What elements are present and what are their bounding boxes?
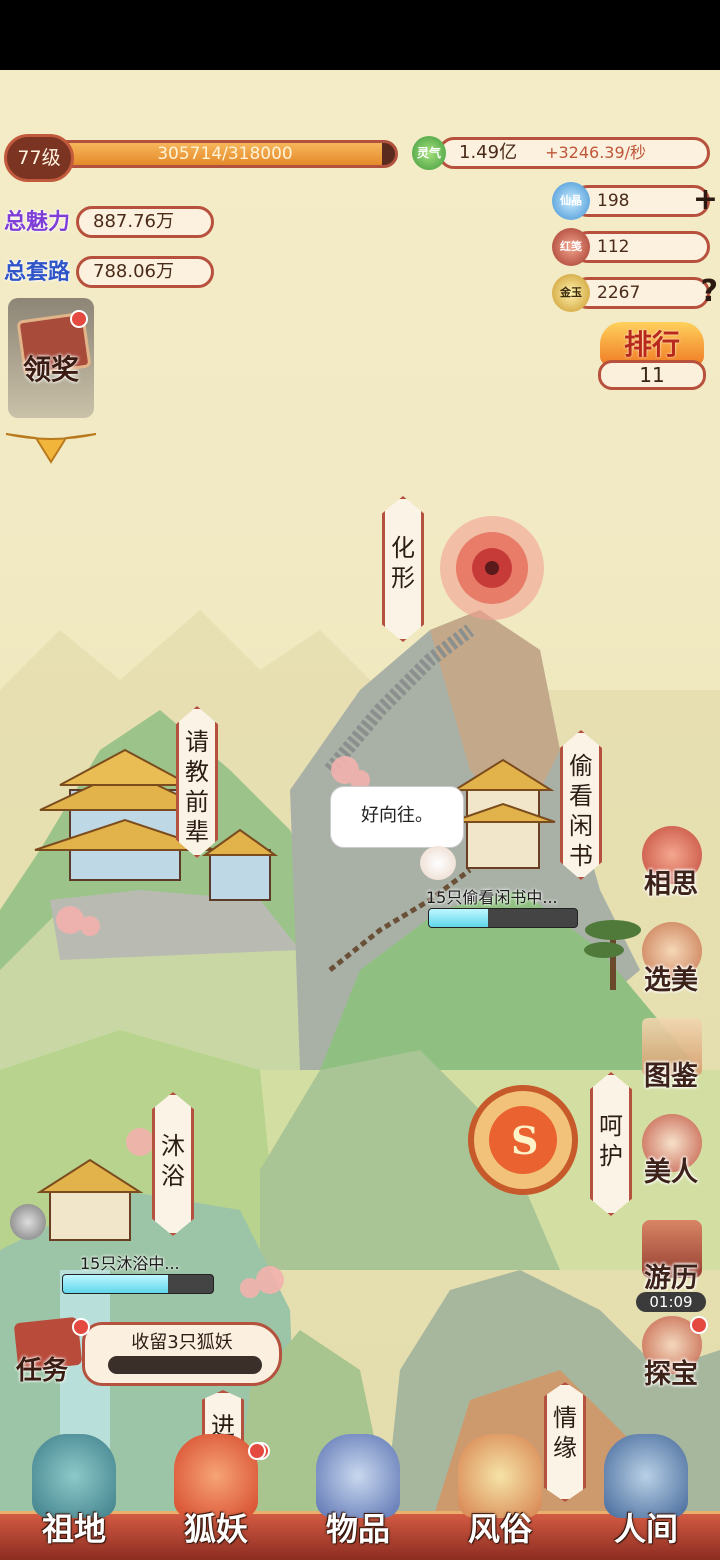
charm-value: 887.76万 [93, 211, 174, 232]
task-progress-bar [108, 1356, 262, 1374]
ranking-button[interactable]: 排行 11 [594, 322, 710, 394]
side-button-label: 游历 [644, 1263, 698, 1294]
jinyu-value: 2267 [597, 283, 641, 303]
nav-label: 狐妖 [183, 1510, 248, 1548]
exp-text: 305714/318000 [157, 144, 293, 164]
lingqi-value: 1.49亿 [459, 142, 518, 163]
banner-toukan[interactable]: 偷看闲书 [560, 730, 602, 880]
trick-stat: 788.06万 总套路 [4, 254, 218, 290]
charm-stat: 887.76万 总魅力 [4, 204, 218, 240]
side-button-label: 选美 [644, 965, 698, 996]
task-label: 任务 [16, 1356, 69, 1386]
side-button-youli[interactable]: 游历 01:09 [630, 1220, 712, 1312]
collapse-arrow-icon[interactable] [6, 424, 96, 464]
bath-activity-label: 15只沐浴中... [80, 1254, 180, 1273]
side-button-meiren[interactable]: 美人 [630, 1114, 712, 1196]
side-button-tanbao[interactable]: 探宝 [630, 1316, 712, 1398]
reward-notification-dot [70, 310, 88, 328]
bath-progress-fill [63, 1275, 168, 1293]
xianjing-value: 198 [597, 191, 630, 211]
banner-muyu[interactable]: 沐浴 [152, 1092, 194, 1236]
side-button-xiangsi[interactable]: 相思 [630, 826, 712, 908]
game-scene: S 305714/318000 77级 887.76万 总魅力 788.06万 … [0, 70, 720, 1560]
hongjian-icon: 红笺 [552, 228, 590, 266]
level-badge[interactable]: 77级 [4, 134, 74, 182]
nav-label: 风俗 [467, 1510, 532, 1548]
jinyu-resource: 2267 金玉 ? [552, 274, 718, 312]
tanbao-notification-dot [690, 1316, 708, 1334]
huyao-notification-dot [248, 1442, 266, 1460]
bottom-nav: 祖地 狐妖 物品 风俗 人间 [0, 1420, 720, 1560]
ranking-value: 11 [598, 360, 706, 390]
hongjian-value: 112 [597, 237, 630, 257]
experience-bar: 305714/318000 77级 [4, 130, 404, 192]
jinyu-icon: 金玉 [552, 274, 590, 312]
bath-progress-bar [62, 1274, 214, 1294]
fox-character-icon[interactable] [420, 846, 456, 880]
help-button[interactable]: ? [701, 276, 718, 308]
side-button-label: 美人 [644, 1157, 698, 1188]
lingqi-icon: 灵气 [412, 136, 446, 170]
reward-button[interactable]: 领奖 [8, 298, 94, 418]
nav-label: 人间 [613, 1510, 678, 1548]
exp-track: 305714/318000 [52, 140, 398, 168]
side-button-tujian[interactable]: 图鉴 [630, 1018, 712, 1100]
lingqi-rate: +3246.39/秒 [545, 143, 647, 162]
reading-activity-label: 15只偷看闲书中... [426, 888, 558, 907]
trick-label: 总套路 [4, 259, 71, 285]
nav-fengsu[interactable]: 风俗 [440, 1424, 560, 1554]
nav-wupin[interactable]: 物品 [298, 1424, 418, 1554]
nav-label: 祖地 [41, 1510, 106, 1548]
side-button-xuanmei[interactable]: 选美 [630, 922, 712, 1004]
reading-progress-fill [429, 909, 489, 927]
charm-label: 总魅力 [4, 209, 71, 235]
banner-hehu[interactable]: 呵护 [590, 1072, 632, 1216]
reading-progress-bar [428, 908, 578, 928]
banner-qingjiao[interactable]: 请教前辈 [176, 706, 218, 858]
task-notification-dot [72, 1318, 90, 1336]
nav-huyao[interactable]: 狐妖 [156, 1424, 276, 1554]
side-button-label: 探宝 [644, 1359, 698, 1390]
speech-bubble: 好向往。 [330, 786, 464, 848]
nav-label: 物品 [325, 1510, 390, 1548]
nav-zudi[interactable]: 祖地 [14, 1424, 134, 1554]
nav-renjian[interactable]: 人间 [586, 1424, 706, 1554]
hongjian-resource: 112 红笺 [552, 228, 718, 266]
xianjing-resource: 198 仙晶 + [552, 182, 718, 220]
fox-character-icon[interactable] [10, 1204, 46, 1240]
add-xianjing-button[interactable]: + [693, 184, 718, 216]
task-text: 收留3只狐妖 [131, 1332, 233, 1353]
lingqi-resource: 1.49亿 +3246.39/秒 灵气 [412, 136, 712, 170]
svg-text:S: S [511, 1118, 538, 1163]
reward-label: 领奖 [22, 353, 79, 386]
banner-huaxing[interactable]: 化形 [382, 496, 424, 642]
side-button-label: 相思 [644, 869, 698, 900]
side-button-label: 图鉴 [644, 1061, 698, 1092]
travel-timer: 01:09 [636, 1292, 706, 1312]
xianjing-icon: 仙晶 [552, 182, 590, 220]
trick-value: 788.06万 [93, 261, 174, 282]
task-panel[interactable]: 任务 收留3只狐妖 [12, 1316, 282, 1390]
